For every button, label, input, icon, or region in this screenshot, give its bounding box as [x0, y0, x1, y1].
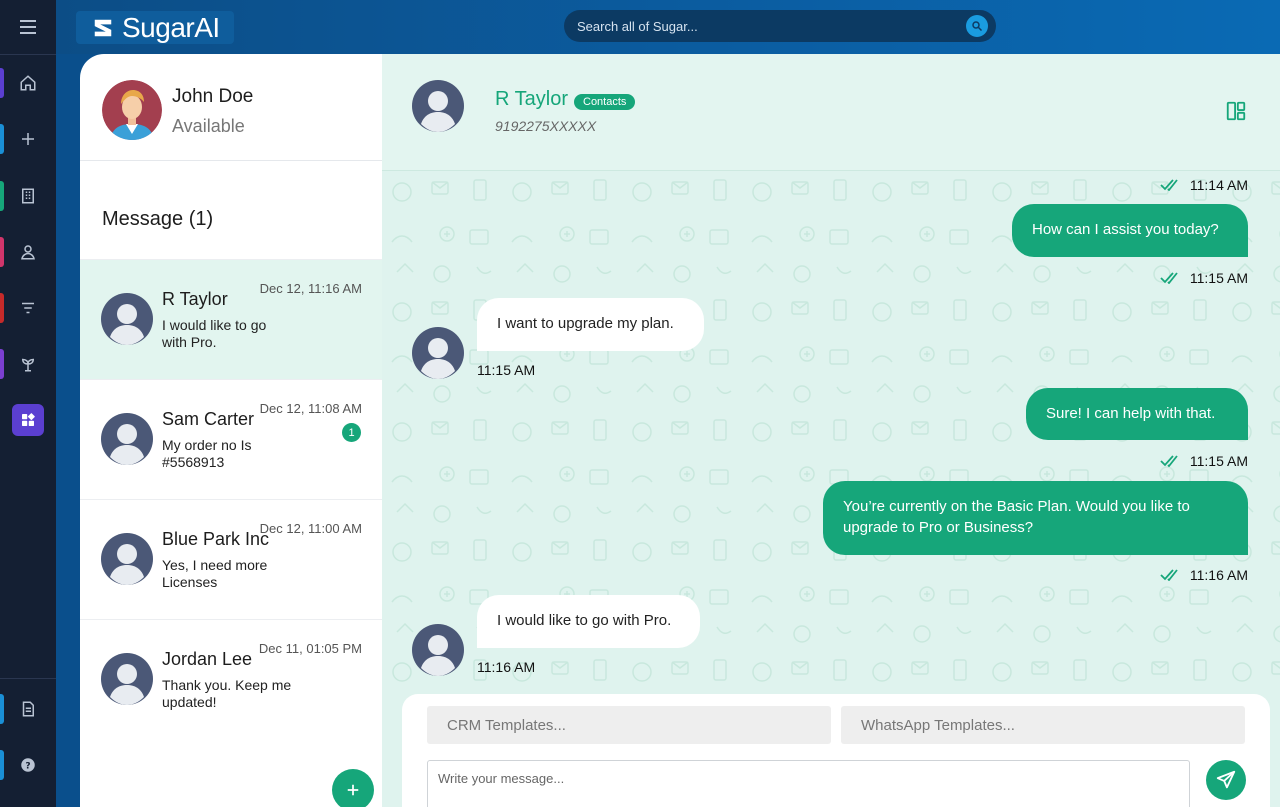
- document-icon: [22, 701, 34, 717]
- rail-apps-button[interactable]: [0, 402, 56, 438]
- svg-text:?: ?: [25, 761, 30, 771]
- conversation-item[interactable]: R Taylor Dec 12, 11:16 AM I would like t…: [80, 260, 382, 380]
- sugar-logo-icon: [94, 19, 112, 36]
- whatsapp-templates-select[interactable]: WhatsApp Templates...: [841, 706, 1245, 744]
- rail-help-button[interactable]: ?: [0, 747, 56, 783]
- search-icon: [972, 21, 983, 32]
- current-user-card: John Doe Available: [80, 54, 382, 161]
- search-button[interactable]: [966, 15, 988, 37]
- conversation-item[interactable]: Sam Carter Dec 12, 11:08 AM 1 My order n…: [80, 380, 382, 500]
- user-avatar[interactable]: [102, 80, 162, 140]
- contact-avatar-icon: [101, 653, 153, 705]
- message-thread: 11:14 AM How can I assist you today? 11:…: [382, 172, 1280, 692]
- message-time: 11:16 AM: [1160, 567, 1248, 583]
- contact-avatar-icon: [412, 327, 464, 379]
- chat-contact-name[interactable]: R Taylor: [495, 88, 568, 111]
- message-time: 11:15 AM: [477, 362, 536, 378]
- side-rail: ?: [0, 0, 56, 807]
- conversation-name: Blue Park Inc: [162, 529, 270, 549]
- plus-icon: [347, 784, 359, 796]
- contact-avatar-icon: [101, 533, 153, 585]
- chat-panel: R Taylor Contacts 9192275XXXXX 11:14 AM …: [382, 54, 1280, 807]
- chat-header: R Taylor Contacts 9192275XXXXX: [382, 54, 1280, 171]
- contact-module-badge: Contacts: [574, 94, 636, 110]
- unread-badge: 1: [342, 423, 361, 442]
- conversation-preview: My order no Is #5568913: [162, 437, 252, 470]
- rail-filter-button[interactable]: [0, 290, 56, 326]
- search-input[interactable]: Search all of Sugar...: [577, 19, 698, 34]
- user-icon: [21, 245, 35, 260]
- top-header: SugarAI Search all of Sugar...: [56, 0, 1280, 54]
- message-time: 11:16 AM: [477, 659, 536, 675]
- filter-icon: [22, 302, 34, 314]
- conversation-item[interactable]: Jordan Lee Dec 11, 01:05 PM Thank you. K…: [80, 620, 382, 740]
- message-input[interactable]: Write your message...: [427, 760, 1190, 807]
- message-time: 11:15 AM: [1160, 453, 1248, 469]
- double-check-icon: [1160, 455, 1178, 467]
- home-icon: [20, 75, 36, 91]
- double-check-icon: [1160, 179, 1178, 191]
- conversation-name: R Taylor: [162, 289, 228, 309]
- double-check-icon: [1160, 272, 1178, 284]
- global-search[interactable]: Search all of Sugar...: [564, 10, 996, 42]
- plant-icon: [21, 358, 35, 372]
- conversation-date: Dec 12, 11:08 AM: [259, 401, 362, 416]
- rail-opportunities-button[interactable]: [0, 346, 56, 382]
- conversation-date: Dec 11, 01:05 PM: [258, 641, 362, 656]
- send-icon: [1216, 770, 1236, 789]
- conversation-item[interactable]: Blue Park Inc Dec 12, 11:00 AM Yes, I ne…: [80, 500, 382, 620]
- incoming-message: I would like to go with Pro.: [477, 595, 700, 648]
- contact-avatar-icon: [412, 624, 464, 676]
- user-status: Available: [172, 116, 245, 136]
- conversation-preview: Thank you. Keep me updated!: [162, 677, 292, 710]
- conversation-name: Sam Carter: [162, 409, 255, 429]
- rail-accounts-button[interactable]: [0, 178, 56, 214]
- conversation-preview: Yes, I need more Licenses: [162, 557, 268, 590]
- layout-toggle-icon[interactable]: [1225, 100, 1247, 122]
- outgoing-message: You’re currently on the Basic Plan. Woul…: [823, 481, 1248, 555]
- rail-contacts-button[interactable]: [0, 234, 56, 270]
- message-time: 11:14 AM: [1160, 177, 1248, 193]
- message-time: 11:15 AM: [1160, 270, 1248, 286]
- hamburger-menu-icon[interactable]: [0, 0, 56, 54]
- sugarai-logo[interactable]: SugarAI: [76, 11, 234, 44]
- incoming-message: I want to upgrade my plan.: [477, 298, 704, 351]
- conversation-list-panel: John Doe Available Message (1) R Taylor …: [80, 54, 382, 807]
- messages-title: Message (1): [102, 208, 214, 230]
- conversation-preview: I would like to go with Pro.: [162, 317, 267, 350]
- new-conversation-button[interactable]: [332, 769, 374, 807]
- send-button[interactable]: [1206, 760, 1246, 800]
- contact-avatar-icon: [101, 293, 153, 345]
- conversation-date: Dec 12, 11:00 AM: [259, 521, 362, 536]
- crm-templates-select[interactable]: CRM Templates...: [427, 706, 831, 744]
- building-icon: [22, 188, 34, 204]
- chat-contact-phone: 9192275XXXXX: [495, 118, 597, 134]
- outgoing-message: How can I assist you today?: [1012, 204, 1248, 257]
- plus-icon: [22, 133, 34, 145]
- apps-icon: [22, 413, 35, 426]
- conversation-date: Dec 12, 11:16 AM: [259, 281, 362, 296]
- contact-avatar-icon: [412, 80, 464, 132]
- double-check-icon: [1160, 569, 1178, 581]
- outgoing-message: Sure! I can help with that.: [1026, 388, 1248, 440]
- rail-divider: [0, 54, 56, 55]
- rail-home-button[interactable]: [0, 65, 56, 101]
- messages-header: Message (1): [80, 161, 382, 260]
- rail-create-button[interactable]: [0, 121, 56, 157]
- message-composer: CRM Templates... WhatsApp Templates... W…: [402, 694, 1270, 807]
- rail-divider: [0, 678, 56, 679]
- conversation-name: Jordan Lee: [162, 649, 253, 669]
- rail-documents-button[interactable]: [0, 691, 56, 727]
- help-icon: ?: [21, 758, 35, 772]
- user-name: John Doe: [172, 86, 254, 107]
- brand-name: SugarAI: [122, 11, 220, 43]
- contact-avatar-icon: [101, 413, 153, 465]
